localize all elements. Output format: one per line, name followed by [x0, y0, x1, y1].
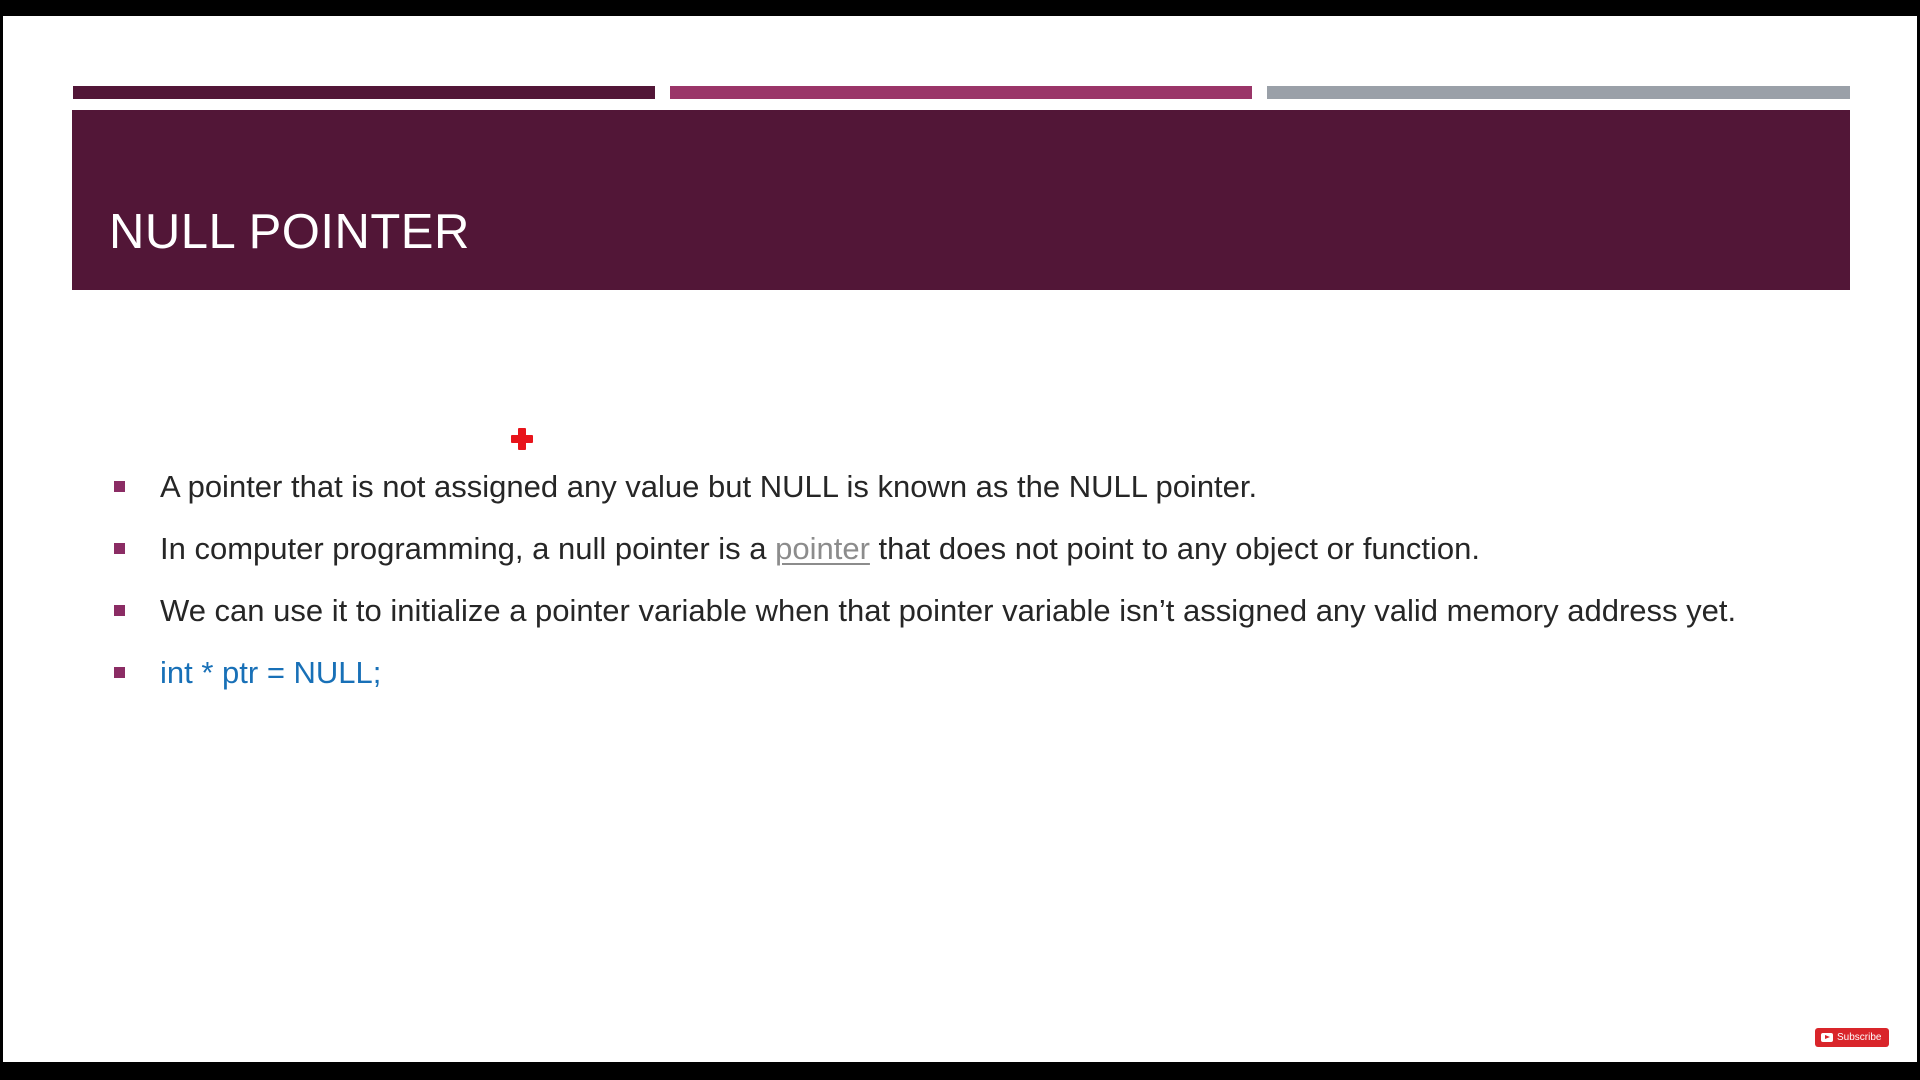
subscribe-button[interactable]: Subscribe — [1815, 1028, 1889, 1047]
title-band: NULL POINTER — [72, 110, 1850, 290]
code-example: int * ptr = NULL; — [160, 655, 382, 690]
bullet-text-before-link: In computer programming, a null pointer … — [160, 531, 776, 566]
accent-bar-dark-plum — [73, 86, 655, 99]
square-bullet-icon — [114, 481, 125, 492]
bullet-item: In computer programming, a null pointer … — [111, 528, 1811, 569]
slide-title: NULL POINTER — [109, 205, 470, 259]
bullet-item: We can use it to initialize a pointer va… — [111, 590, 1811, 631]
bullet-text-after-link: that does not point to any object or fun… — [869, 531, 1481, 566]
accent-bar-gray — [1267, 86, 1850, 99]
youtube-play-icon — [1821, 1033, 1833, 1042]
square-bullet-icon — [114, 605, 125, 616]
bullet-text: A pointer that is not assigned any value… — [160, 469, 1258, 504]
bullet-item: A pointer that is not assigned any value… — [111, 466, 1811, 507]
square-bullet-icon — [114, 543, 125, 554]
subscribe-label: Subscribe — [1837, 1031, 1882, 1043]
slide-frame: NULL POINTER A pointer that is not assig… — [3, 16, 1917, 1062]
accent-bar-magenta — [670, 86, 1252, 99]
pointer-link[interactable]: pointer — [775, 531, 870, 566]
bullet-list: A pointer that is not assigned any value… — [111, 466, 1811, 714]
bullet-text: We can use it to initialize a pointer va… — [160, 593, 1737, 628]
square-bullet-icon — [114, 667, 125, 678]
red-cross-cursor-icon — [511, 428, 533, 450]
bullet-item: int * ptr = NULL; — [111, 652, 1811, 693]
